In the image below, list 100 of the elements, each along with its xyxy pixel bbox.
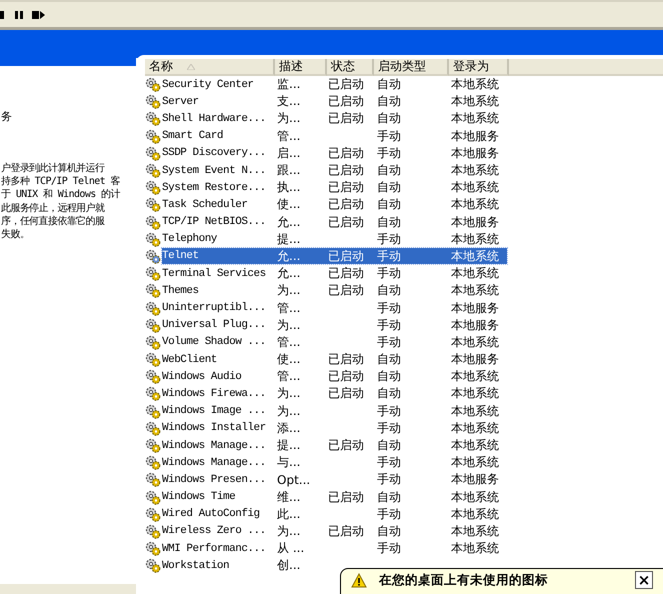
service-name: Windows Presen... xyxy=(162,474,267,486)
gears-icon xyxy=(145,318,161,333)
startup-type-cell: 手动 xyxy=(377,248,401,263)
startup-type-cell: 手动 xyxy=(377,334,401,349)
service-row[interactable]: Smart Card 管... 手动 本地服务 xyxy=(162,128,507,144)
gears-icon xyxy=(145,283,161,298)
status-cell: 已启动 xyxy=(328,266,364,280)
logon-cell: 本地系统 xyxy=(451,180,499,194)
service-row[interactable]: Telnet 允... 已启动 手动 本地系统 xyxy=(162,248,507,264)
service-row[interactable]: System Restore... 执... 已启动 自动 本地系统 xyxy=(162,180,507,196)
logon-cell: 本地系统 xyxy=(451,490,499,504)
service-row[interactable]: Uninterruptibl... 管... 手动 本地服务 xyxy=(162,300,507,316)
logon-cell: 本地服务 xyxy=(451,300,499,315)
gears-icon xyxy=(145,506,161,522)
gears-icon xyxy=(145,472,161,488)
description-line: 失败。 xyxy=(1,228,30,242)
service-row[interactable]: Volume Shadow ... 管... 手动 本地系统 xyxy=(162,334,507,350)
service-row[interactable]: Windows Audio 管... 已启动 自动 本地系统 xyxy=(162,368,507,385)
column-header[interactable]: 名称 xyxy=(145,59,275,76)
description-line: 序，任何直接依靠它的服 xyxy=(1,214,106,228)
service-row[interactable]: Task Scheduler 使... 已启动 自动 本地系统 xyxy=(162,196,507,213)
service-name: Windows Manage... xyxy=(162,440,267,452)
service-row[interactable]: Windows Installer 添... 手动 本地系统 xyxy=(162,420,507,436)
description-cell-text: 允... xyxy=(277,265,302,282)
column-header[interactable]: 登录为 xyxy=(449,59,509,76)
service-row[interactable]: WMI Performanc... 从 ... 手动 本地系统 xyxy=(162,540,507,557)
service-name: Smart Card xyxy=(162,130,224,142)
service-row[interactable]: Server 支... 已启动 自动 本地系统 xyxy=(162,94,507,110)
service-name: Windows Installer xyxy=(162,422,267,434)
service-name: System Restore... xyxy=(162,182,267,194)
service-row[interactable]: Windows Image ... 为... 手动 本地系统 xyxy=(162,403,507,420)
description-line: 户登录到此计算机并运行 xyxy=(1,162,106,176)
service-row[interactable]: System Event N... 跟... 已启动 自动 本地系统 xyxy=(162,162,507,179)
startup-type-cell: 手动 xyxy=(377,420,401,435)
service-row[interactable]: Telephony 提... 手动 本地系统 xyxy=(162,231,507,248)
service-row[interactable]: Windows Firewa... 为... 已启动 自动 本地系统 xyxy=(162,386,507,402)
gears-icon xyxy=(145,94,161,110)
status-cell: 已启动 xyxy=(328,180,364,194)
gears-icon xyxy=(145,420,161,436)
startup-type-cell: 手动 xyxy=(377,232,401,246)
logon-cell: 本地系统 xyxy=(451,266,499,280)
service-row[interactable]: Themes 为... 已启动 自动 本地系统 xyxy=(162,282,507,299)
gears-icon xyxy=(145,111,161,126)
service-row[interactable]: Windows Manage... 提... 已启动 自动 本地系统 xyxy=(162,438,507,454)
logon-cell: 本地服务 xyxy=(451,318,499,332)
service-row[interactable]: Shell Hardware... 为... 已启动 自动 本地系统 xyxy=(162,110,507,127)
status-cell: 已启动 xyxy=(328,490,364,504)
service-name: Telnet xyxy=(162,250,200,262)
service-row[interactable]: Windows Time 维... 已启动 自动 本地系统 xyxy=(162,489,507,506)
service-row[interactable]: Wired AutoConfig 此... 手动 本地系统 xyxy=(162,506,507,522)
description-cell-text: 为... xyxy=(277,385,302,402)
service-row[interactable]: SSDP Discovery... 启... 已启动 手动 本地服务 xyxy=(162,145,507,162)
service-name: Uninterruptibl... xyxy=(162,302,267,314)
startup-type-cell: 手动 xyxy=(377,318,401,332)
logon-cell: 本地系统 xyxy=(451,283,499,298)
service-row[interactable]: Wireless Zero ... 为... 已启动 自动 本地系统 xyxy=(162,523,507,540)
description-cell-text: 为... xyxy=(277,282,302,300)
description-cell-text: 启... xyxy=(277,144,302,162)
description-cell-text: 维... xyxy=(277,488,302,506)
stop-play-icon[interactable] xyxy=(32,8,46,20)
startup-type-cell: 自动 xyxy=(377,490,401,504)
service-row[interactable]: Security Center 监... 已启动 自动 本地系统 xyxy=(162,76,507,93)
startup-type-cell: 自动 xyxy=(377,180,401,194)
gears-icon xyxy=(145,404,161,419)
startup-type-cell: 手动 xyxy=(377,455,401,470)
startup-type-cell: 自动 xyxy=(377,352,401,366)
startup-type-cell: 手动 xyxy=(377,128,401,143)
gears-icon xyxy=(145,386,161,402)
startup-type-cell: 手动 xyxy=(377,146,401,160)
gears-icon xyxy=(145,163,161,178)
status-cell: 已启动 xyxy=(328,524,364,538)
close-button[interactable]: × xyxy=(635,571,653,589)
service-name: Windows Time xyxy=(162,491,236,504)
service-row[interactable]: Terminal Services 允... 已启动 手动 本地系统 xyxy=(162,266,507,282)
notification-message: 在您的桌面上有未使用的图标 xyxy=(379,572,548,588)
description-cell-text: 允... xyxy=(277,248,302,265)
column-header[interactable]: 启动类型 xyxy=(374,59,449,76)
startup-type-cell: 自动 xyxy=(377,163,401,178)
logon-cell: 本地系统 xyxy=(451,334,499,349)
service-row[interactable]: WebClient 使... 已启动 自动 本地服务 xyxy=(162,352,507,368)
column-header[interactable]: 状态 xyxy=(327,59,374,76)
service-name: Terminal Services xyxy=(162,268,267,280)
status-cell: 已启动 xyxy=(328,111,364,126)
description-cell-text: 支... xyxy=(277,93,302,110)
description-cell-text: 从 ... xyxy=(277,540,306,558)
gears-icon xyxy=(145,232,161,247)
gears-icon xyxy=(145,248,161,264)
startup-type-cell: 自动 xyxy=(377,369,401,384)
gears-icon xyxy=(145,214,161,230)
service-row[interactable]: Universal Plug... 为... 手动 本地服务 xyxy=(162,317,507,334)
service-name: Server xyxy=(162,96,200,108)
service-row[interactable]: Windows Manage... 与... 手动 本地系统 xyxy=(162,454,507,471)
column-header[interactable]: 描述 xyxy=(275,59,327,76)
startup-type-cell: 手动 xyxy=(377,506,401,521)
gears-icon xyxy=(145,146,161,161)
startup-type-cell: 手动 xyxy=(377,541,401,556)
service-row[interactable]: TCP/IP NetBIOS... 允... 已启动 自动 本地服务 xyxy=(162,214,507,230)
service-row[interactable]: Windows Presen... Opt... 手动 本地服务 xyxy=(162,472,507,488)
startup-type-cell: 手动 xyxy=(377,472,401,486)
pause-icon[interactable] xyxy=(14,8,24,20)
